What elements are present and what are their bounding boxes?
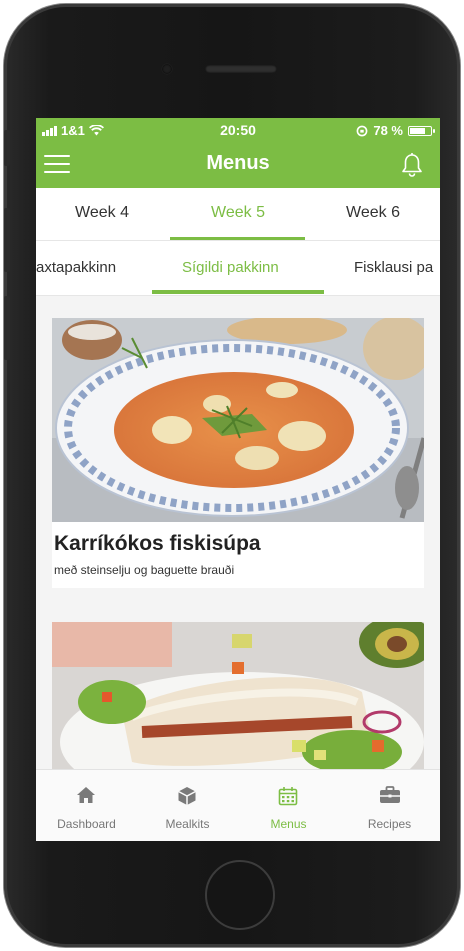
tab-week-4[interactable]: Week 4 (42, 204, 162, 222)
tab-dashboard-label: Dashboard (57, 817, 116, 831)
mute-switch (4, 130, 10, 166)
app-header: Menus (36, 142, 440, 188)
home-button[interactable] (205, 860, 275, 930)
volume-up-button (4, 208, 10, 272)
box-icon (178, 787, 196, 805)
tab-menus[interactable]: Menus (238, 770, 339, 841)
page-title: Menus (206, 152, 270, 174)
tab-week-5[interactable]: Week 5 (178, 204, 298, 222)
app-screen: 1&1 20:50 78 % Menus Week 4 Week 5 Week … (36, 118, 440, 841)
recipe-list: Karríkókos fiskisúpa með steinselju og b… (36, 296, 440, 769)
active-package-indicator (152, 290, 324, 294)
bottom-tab-bar: Dashboard Mealkits Menus Recipes (36, 769, 440, 841)
volume-down-button (4, 296, 10, 360)
recipe-image (52, 318, 424, 522)
week-tabs: Week 4 Week 5 Week 6 (36, 188, 440, 241)
active-week-indicator (170, 237, 305, 240)
calendar-icon (278, 787, 298, 806)
tab-dashboard[interactable]: Dashboard (36, 770, 137, 841)
package-tabs: axtapakkinn Sígildi pakkinn Fisklausi pa (36, 241, 440, 296)
tab-package-axta[interactable]: axtapakkinn (36, 259, 116, 276)
tab-recipes[interactable]: Recipes (339, 770, 440, 841)
recipe-title: Karríkókos fiskisúpa (54, 532, 261, 555)
tab-mealkits[interactable]: Mealkits (137, 770, 238, 841)
recipe-card[interactable]: Karríkókos fiskisúpa með steinselju og b… (52, 318, 424, 588)
tab-package-fisklausi[interactable]: Fisklausi pa (354, 259, 433, 276)
tab-package-sigildi[interactable]: Sígildi pakkinn (182, 259, 279, 276)
front-camera (162, 64, 172, 74)
briefcase-icon (380, 786, 400, 803)
tab-recipes-label: Recipes (367, 817, 412, 831)
earpiece-speaker (205, 65, 277, 73)
rotation-lock-icon (356, 125, 368, 136)
tab-menus-label: Menus (270, 817, 307, 831)
tab-mealkits-label: Mealkits (165, 817, 210, 831)
recipe-subtitle: með steinselju og baguette brauði (54, 563, 235, 577)
home-icon (77, 787, 95, 803)
recipe-image (52, 622, 424, 769)
bell-icon[interactable] (400, 152, 424, 178)
tab-week-6[interactable]: Week 6 (313, 204, 433, 222)
status-bar: 1&1 20:50 78 % (36, 118, 440, 142)
battery-percent: 78 % (373, 123, 403, 138)
recipe-card[interactable] (52, 622, 424, 769)
battery-icon (408, 125, 435, 136)
